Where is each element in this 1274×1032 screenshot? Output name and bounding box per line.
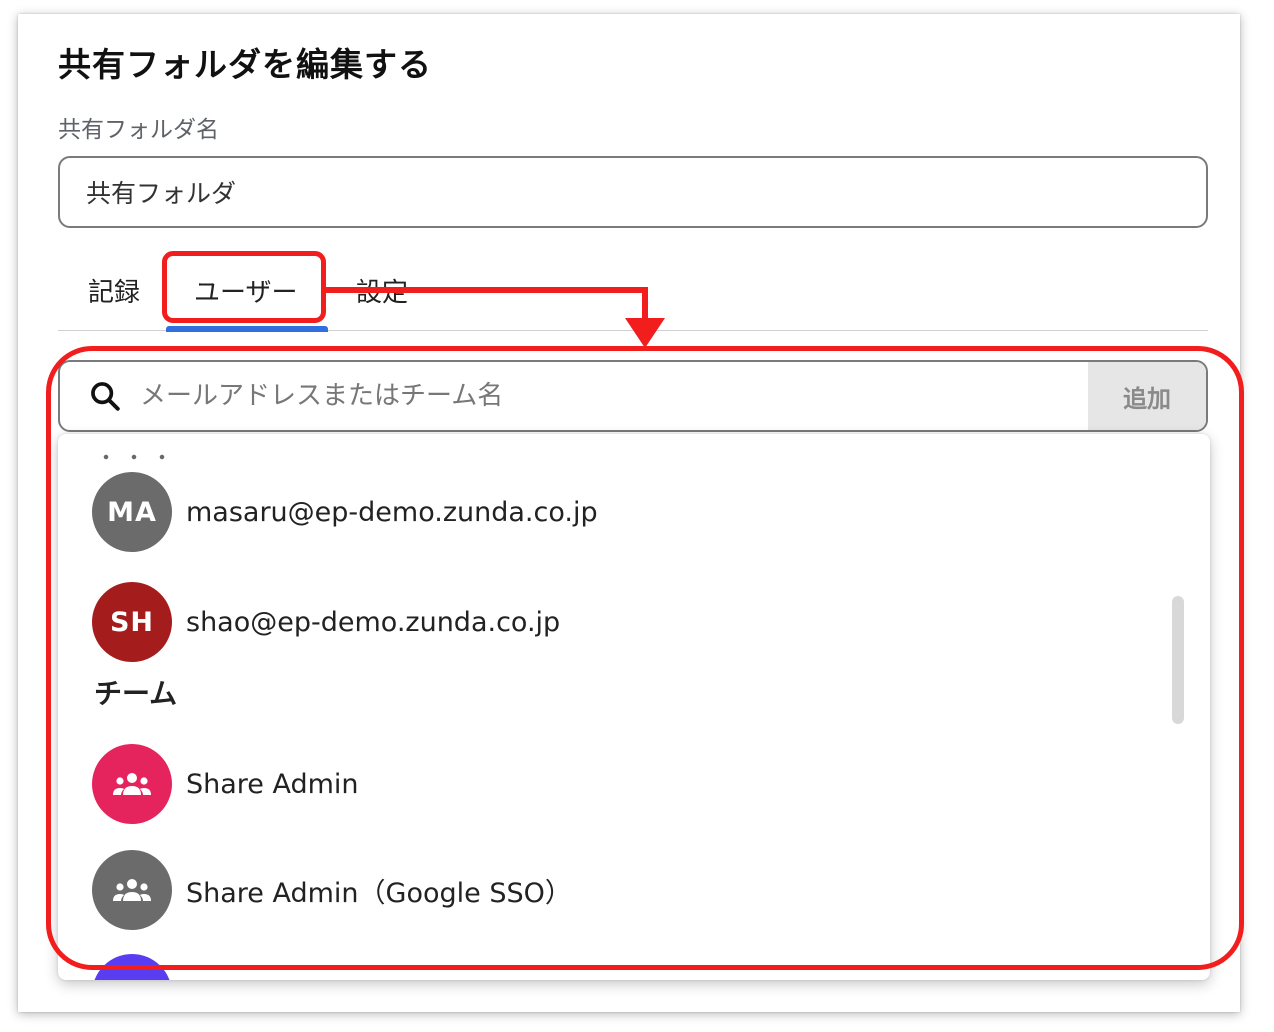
team-name: Share Admin [186, 768, 359, 800]
team-name: Share Admin（Google SSO） [186, 877, 572, 909]
list-item-user[interactable]: MA masaru@ep-demo.zunda.co.jp [92, 472, 598, 552]
avatar: SH [92, 582, 172, 662]
list-item-team[interactable]: Share Admin（Google SSO） [92, 850, 572, 930]
user-email: masaru@ep-demo.zunda.co.jp [186, 496, 598, 528]
team-avatar [92, 954, 172, 980]
list-item-team[interactable]: Share Admin [92, 744, 359, 824]
team-icon [113, 773, 151, 795]
tab-bar: 記録 ユーザー 設定 [58, 254, 1208, 332]
folder-name-label: 共有フォルダ名 [58, 117, 219, 143]
avatar: MA [92, 472, 172, 552]
teams-section-header: チーム [94, 677, 178, 710]
add-button[interactable]: 追加 [1088, 362, 1206, 430]
search-input[interactable] [138, 380, 1088, 412]
team-avatar [92, 850, 172, 930]
dialog-title: 共有フォルダを編集する [58, 45, 432, 84]
tab-users[interactable]: ユーザー [194, 272, 297, 309]
tab-selected-indicator [166, 326, 328, 332]
tab-settings[interactable]: 設定 [356, 272, 408, 309]
clipped-row-text [92, 454, 178, 460]
user-search-box: 追加 [58, 360, 1208, 432]
user-email: shao@ep-demo.zunda.co.jp [186, 606, 561, 638]
list-item-team[interactable] [92, 954, 186, 980]
team-avatar [92, 744, 172, 824]
search-icon [91, 382, 120, 411]
edit-shared-folder-dialog: 共有フォルダを編集する 共有フォルダ名 共有フォルダ 記録 ユーザー 設定 追加… [18, 14, 1240, 1012]
team-icon [113, 879, 151, 901]
list-item-user[interactable]: SH shao@ep-demo.zunda.co.jp [92, 582, 560, 662]
dropdown-scrollbar[interactable] [1172, 596, 1184, 724]
suggestion-dropdown: MA masaru@ep-demo.zunda.co.jp SH shao@ep… [58, 434, 1210, 980]
tab-records[interactable]: 記録 [88, 272, 140, 309]
folder-name-input[interactable]: 共有フォルダ [58, 156, 1208, 228]
